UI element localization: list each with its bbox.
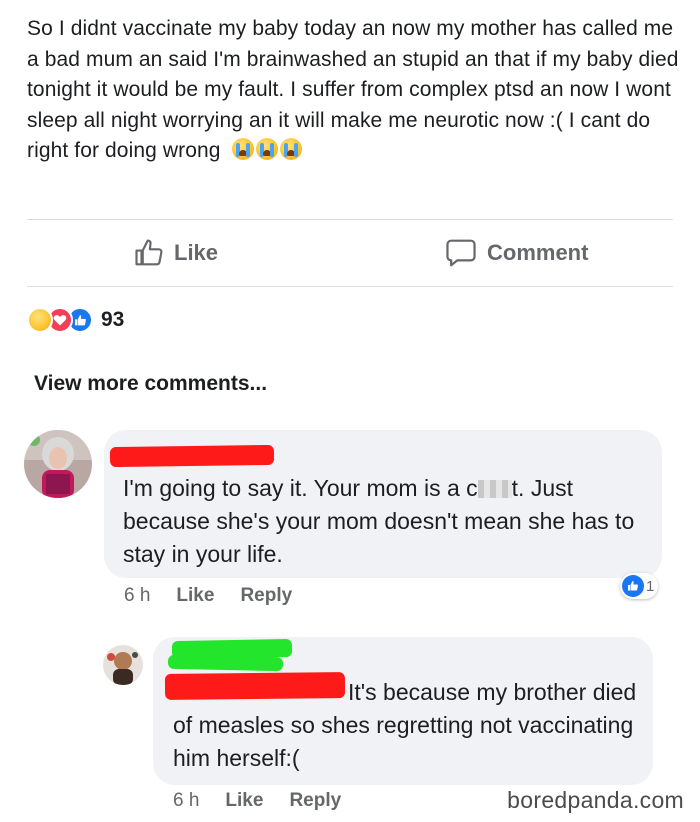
comment-bubble-icon: [446, 239, 476, 267]
redacted-name: [167, 654, 284, 672]
reactions-summary[interactable]: 93: [27, 307, 124, 333]
view-more-comments-link[interactable]: View more comments...: [34, 372, 267, 396]
censor-blur: [477, 480, 512, 498]
reply-like-button[interactable]: Like: [225, 790, 263, 812]
like-button[interactable]: Like: [134, 238, 218, 268]
comment-meta: 6 h Like Reply: [124, 585, 292, 607]
crying-face-icon: [256, 138, 279, 160]
like-label: Like: [174, 240, 219, 265]
reply-meta: 6 h Like Reply: [173, 790, 341, 812]
comment-time: 6 h: [124, 585, 151, 606]
thumbs-up-icon: [135, 239, 163, 266]
divider: [27, 286, 673, 287]
crying-face-icon: [232, 138, 255, 160]
comment-reply-button[interactable]: Reply: [240, 585, 292, 607]
redacted-name: [109, 444, 275, 468]
comment-reaction-badge[interactable]: 1: [620, 573, 659, 599]
emoji-group: [232, 138, 303, 160]
like-reaction-icon: [622, 575, 644, 597]
watermark: boredpanda.com: [507, 787, 684, 813]
comment-label: Comment: [487, 240, 589, 265]
post-text-block: So I didnt vaccinate my baby today an no…: [27, 14, 682, 167]
comment-text: I'm going to say it. Your mom is a c t. J…: [123, 475, 635, 567]
sad-reaction-icon: [27, 307, 53, 333]
divider: [27, 219, 673, 220]
avatar[interactable]: [103, 645, 143, 685]
reply-text: It's because my brother died of measles …: [173, 679, 637, 771]
post-text: So I didnt vaccinate my baby today an no…: [27, 17, 679, 162]
crying-face-icon: [280, 138, 303, 160]
reply-time: 6 h: [173, 790, 200, 811]
reaction-count: 93: [101, 308, 125, 331]
comment-like-button[interactable]: Like: [176, 585, 214, 607]
reply-reply-button[interactable]: Reply: [289, 790, 341, 812]
avatar[interactable]: [24, 430, 92, 498]
comment-button[interactable]: Comment: [445, 238, 588, 268]
comment-reaction-count: 1: [646, 577, 655, 595]
